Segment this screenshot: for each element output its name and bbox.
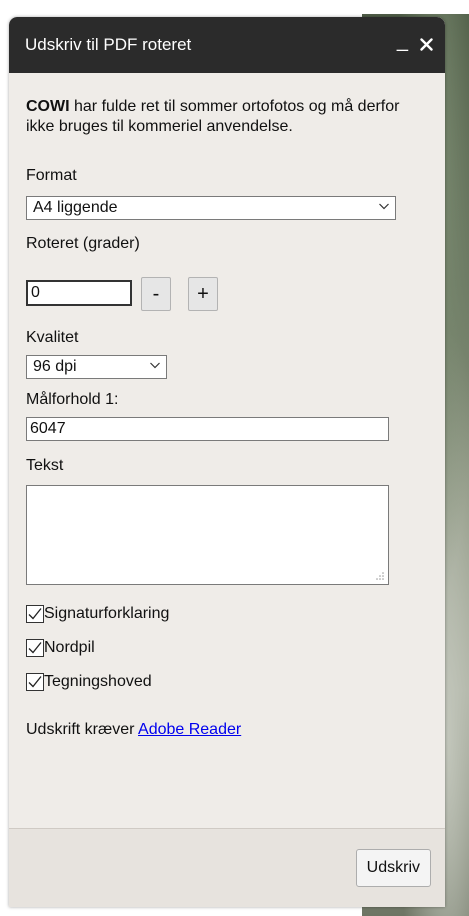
quality-label: Kvalitet [26, 329, 79, 346]
rotation-label: Roteret (grader) [26, 235, 140, 252]
quality-select-value: 96 dpi [33, 358, 77, 375]
format-select-value: A4 liggende [33, 199, 118, 216]
title-block-checkbox[interactable] [26, 673, 44, 691]
rotation-plus-button[interactable]: + [188, 277, 218, 311]
title-block-checkbox-label: Tegningshoved [44, 673, 152, 690]
chevron-down-icon [150, 362, 160, 369]
resize-grip-icon[interactable] [374, 570, 384, 580]
text-area[interactable] [26, 485, 389, 585]
checkmark-icon [28, 676, 42, 688]
close-button[interactable] [420, 34, 433, 57]
notice-brand: COWI [26, 98, 70, 115]
format-label: Format [26, 167, 77, 184]
dialog-title: Udskriv til PDF roteret [25, 35, 192, 54]
dialog-footer: Udskriv [9, 829, 445, 907]
legend-checkbox[interactable] [26, 605, 44, 623]
quality-select[interactable]: 96 dpi [26, 355, 167, 379]
format-select[interactable]: A4 liggende [26, 196, 396, 220]
rotation-minus-button[interactable]: - [141, 277, 171, 311]
rotation-input[interactable]: 0 [26, 280, 132, 306]
reader-note-prefix: Udskrift kræver [26, 721, 139, 738]
print-dialog: Udskriv til PDF roteret _ COWI har fulde… [9, 17, 445, 907]
checkmark-icon [28, 608, 42, 620]
checkbox-title-block[interactable]: Tegningshoved [26, 673, 152, 691]
chevron-down-icon [379, 203, 389, 210]
checkbox-north-arrow[interactable]: Nordpil [26, 639, 95, 657]
scale-input[interactable]: 6047 [26, 417, 389, 441]
north-arrow-checkbox-label: Nordpil [44, 639, 95, 656]
print-button[interactable]: Udskriv [355, 849, 431, 887]
license-notice: COWI har fulde ret til sommer ortofotos … [26, 97, 426, 137]
legend-checkbox-label: Signaturforklaring [44, 605, 170, 622]
checkbox-legend[interactable]: Signaturforklaring [26, 605, 169, 623]
adobe-reader-link[interactable]: Adobe Reader [138, 721, 241, 738]
checkmark-icon [28, 642, 42, 654]
north-arrow-checkbox[interactable] [26, 639, 44, 657]
dialog-titlebar[interactable]: Udskriv til PDF roteret _ [9, 17, 445, 73]
scale-label: Målforhold 1: [26, 391, 119, 408]
notice-text: har fulde ret til sommer ortofotos og må… [26, 98, 400, 135]
text-label: Tekst [26, 457, 64, 474]
close-icon [420, 37, 433, 51]
minimize-button[interactable]: _ [397, 30, 408, 53]
reader-note: Udskrift kræver Adobe Reader [26, 721, 241, 739]
